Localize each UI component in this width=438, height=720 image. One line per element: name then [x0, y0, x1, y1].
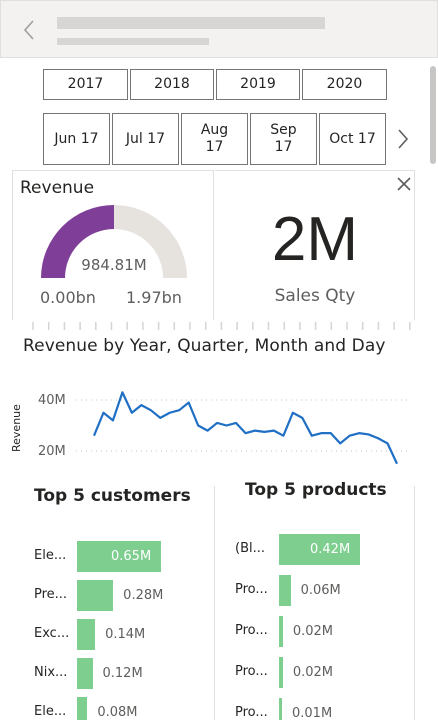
bar-data-label: 0.42M	[310, 542, 351, 557]
month-slicer-jun-17[interactable]: Jun 17	[43, 113, 110, 165]
bar-category-label: Pro...	[235, 582, 268, 597]
bar-category-label: Ele...	[34, 704, 67, 719]
bar[interactable]	[279, 616, 283, 647]
back-chevron-icon[interactable]	[18, 17, 40, 43]
bar[interactable]	[77, 619, 96, 650]
kpi-value: 2M	[271, 205, 359, 274]
bar-category-label: Ele...	[34, 548, 67, 563]
bar[interactable]	[77, 697, 88, 720]
bar-category-label: Exc...	[34, 626, 70, 641]
bar-category-label: Pro...	[235, 705, 268, 720]
report-subtitle-placeholder	[57, 38, 209, 45]
bar-category-label: Pre...	[34, 587, 68, 602]
bar-data-label: 0.28M	[123, 588, 164, 603]
year-slicer-2017[interactable]: 2017	[43, 69, 128, 100]
bar[interactable]	[279, 575, 291, 606]
bar-data-label: 0.02M	[292, 624, 334, 639]
bar-category-label: Pro...	[235, 623, 268, 638]
top-customers-title: Top 5 customers	[34, 486, 191, 506]
revenue-line-chart[interactable]	[0, 380, 438, 475]
top-products-title: Top 5 products	[245, 480, 387, 500]
visual-divider	[414, 486, 415, 720]
bar-category-label: Pro...	[235, 664, 268, 679]
bar-data-label: 0.06M	[300, 583, 341, 598]
month-slicer-sep-17[interactable]: Sep 17	[250, 113, 317, 165]
bar[interactable]	[77, 658, 93, 689]
month-slicer-aug-17[interactable]: Aug 17	[181, 113, 248, 165]
scrollbar-thumb[interactable]	[430, 66, 436, 164]
close-icon[interactable]	[395, 175, 413, 193]
visual-divider	[214, 486, 215, 720]
revenue-gauge-card[interactable]: Revenue 984.81M 0.00bn 1.97bn	[12, 170, 214, 320]
bar-data-label: 0.02M	[292, 665, 334, 680]
bar-data-label: 0.65M	[111, 549, 152, 564]
bar-data-label: 0.08M	[97, 705, 138, 720]
gauge-min-label: 0.00bn	[40, 288, 96, 307]
year-slicer-2020[interactable]: 2020	[302, 69, 387, 100]
month-slicer-oct-17[interactable]: Oct 17	[319, 113, 386, 165]
kpi-label: Sales Qty	[274, 286, 356, 306]
year-slicer-2018[interactable]: 2018	[130, 69, 214, 100]
report-title-placeholder	[57, 17, 325, 29]
revenue-line-series	[92, 391, 398, 465]
bar-data-label: 0.01M	[292, 706, 333, 720]
month-slicer-jul-17[interactable]: Jul 17	[112, 113, 179, 165]
bar-data-label: 0.12M	[102, 666, 143, 681]
bar[interactable]	[279, 698, 282, 720]
gauge-max-label: 1.97bn	[126, 288, 182, 307]
app-header	[0, 0, 438, 58]
chevron-right-icon[interactable]	[393, 125, 413, 153]
bar-category-label: Nix...	[34, 665, 68, 680]
gauge-value: 984.81M	[81, 256, 147, 274]
year-slicer-2019[interactable]: 2019	[216, 69, 300, 100]
bar-data-label: 0.14M	[105, 627, 146, 642]
bar[interactable]	[279, 657, 283, 688]
line-chart-title: Revenue by Year, Quarter, Month and Day	[23, 336, 386, 356]
visual-boundary-ticks	[32, 322, 411, 330]
bar[interactable]	[77, 580, 114, 611]
bar-category-label: (Bl...	[235, 541, 265, 556]
